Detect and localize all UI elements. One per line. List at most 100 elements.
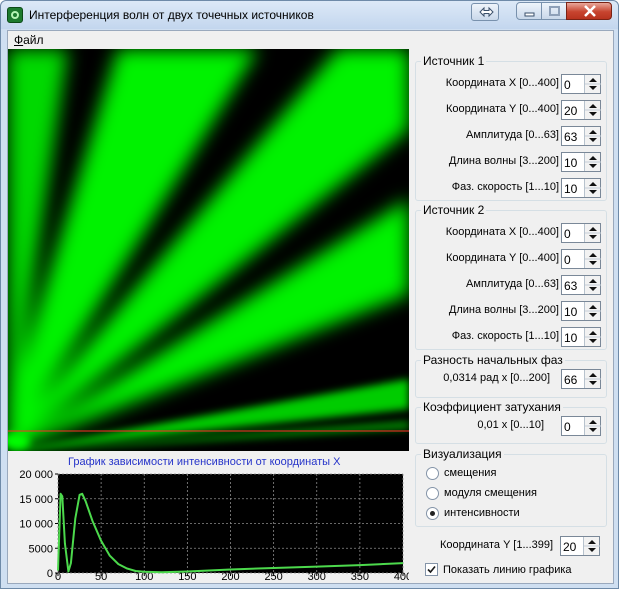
- source2-row-label: Координата Y [0...400]: [445, 252, 559, 264]
- x-tick-label: 400: [394, 571, 409, 583]
- application-window: Интерференция волн от двух точечных исто…: [0, 0, 619, 589]
- spinner-arrows-icon: [584, 540, 600, 552]
- minimize-icon: [524, 12, 535, 17]
- spinner-arrows[interactable]: [584, 75, 601, 93]
- title-bar[interactable]: Интерференция волн от двух точечных исто…: [1, 1, 618, 29]
- damping-group: Коэффициент затухания 0,01 x [0...10] 0: [415, 400, 607, 444]
- minimize-button[interactable]: [516, 2, 542, 20]
- source1-row-spinner[interactable]: 63: [561, 126, 601, 146]
- spinner-value[interactable]: 10: [564, 331, 577, 345]
- menu-file[interactable]: Файл: [14, 33, 44, 47]
- source2-title: Источник 2: [421, 203, 487, 217]
- spinner-arrows-icon: [585, 227, 601, 239]
- visualization-radio-label[interactable]: модуля смещения: [444, 487, 537, 499]
- swap-arrows-button[interactable]: [471, 3, 499, 21]
- spinner-arrows[interactable]: [584, 127, 601, 145]
- y-tick-label: 0: [47, 568, 53, 580]
- spinner-arrows-icon: [585, 78, 601, 90]
- phase-difference-group: Разность начальных фаз 0,0314 рад x [0..…: [415, 353, 607, 398]
- source1-row-spinner[interactable]: 10: [561, 178, 601, 198]
- y-tick-label: 20 000: [19, 469, 53, 481]
- y-tick-label: 15 000: [19, 494, 53, 506]
- spinner-value[interactable]: 0: [564, 253, 571, 267]
- spinner-value[interactable]: 20: [563, 540, 576, 554]
- source1-row-label: Амплитуда [0...63]: [466, 129, 559, 141]
- source2-row-spinner[interactable]: 0: [561, 223, 601, 243]
- spinner-value[interactable]: 66: [564, 373, 577, 387]
- source1-row-label: Фаз. скорость [1...10]: [451, 181, 559, 193]
- source2-row-spinner[interactable]: 10: [561, 301, 601, 321]
- spinner-value[interactable]: 0: [564, 78, 571, 92]
- close-button[interactable]: [566, 2, 612, 20]
- visualization-radio-label[interactable]: смещения: [444, 467, 496, 479]
- visualization-radio[interactable]: [426, 507, 439, 520]
- spinner-arrows[interactable]: [584, 153, 601, 171]
- visualization-radio[interactable]: [426, 487, 439, 500]
- source1-group: Источник 1 Координата X [0...400] 0 Коорди…: [415, 54, 607, 201]
- spinner-arrows-icon: [585, 130, 601, 142]
- spinner-value[interactable]: 0: [564, 227, 571, 241]
- show-line-checkbox[interactable]: [425, 563, 438, 576]
- spinner-value[interactable]: 10: [564, 305, 577, 319]
- swap-arrows-icon: [479, 6, 494, 18]
- spinner-arrows[interactable]: [584, 276, 601, 294]
- spinner-arrows[interactable]: [584, 302, 601, 320]
- spinner-arrows-icon: [585, 253, 601, 265]
- damping-label: 0,01 x [0...10]: [477, 419, 544, 431]
- menu-file-label: айл: [23, 33, 44, 47]
- coord-y-spinner[interactable]: 20: [560, 536, 600, 556]
- visualization-radio-label[interactable]: интенсивности: [444, 507, 520, 519]
- spinner-value[interactable]: 10: [564, 156, 577, 170]
- spinner-arrows[interactable]: [584, 417, 601, 435]
- source2-row-spinner[interactable]: 63: [561, 275, 601, 295]
- menu-bar: Файл: [8, 31, 613, 49]
- spinner-arrows[interactable]: [584, 370, 601, 388]
- interference-pattern: [8, 49, 409, 451]
- interference-field[interactable]: [8, 49, 409, 451]
- spinner-arrows[interactable]: [584, 101, 601, 119]
- phase-difference-spinner[interactable]: 66: [561, 369, 601, 389]
- maximize-icon: [549, 6, 560, 16]
- menu-file-accelerator: Ф: [14, 33, 24, 47]
- spinner-arrows-icon: [585, 104, 601, 116]
- spinner-value[interactable]: 63: [564, 130, 577, 144]
- source2-row-label: Амплитуда [0...63]: [466, 278, 559, 290]
- intensity-graph-panel: График зависимости интенсивности от коор…: [8, 452, 409, 583]
- spinner-arrows-icon: [585, 420, 601, 432]
- source1-row-label: Координата X [0...400]: [445, 77, 559, 89]
- visualization-radio[interactable]: [426, 467, 439, 480]
- visualization-title: Визуализация: [421, 447, 504, 461]
- spinner-value[interactable]: 20: [564, 104, 577, 118]
- source2-row-spinner[interactable]: 10: [561, 327, 601, 347]
- spinner-arrows-icon: [585, 305, 601, 317]
- spinner-value[interactable]: 0: [564, 420, 571, 434]
- app-icon[interactable]: [7, 7, 23, 23]
- spinner-arrows[interactable]: [583, 537, 600, 555]
- spinner-arrows[interactable]: [584, 179, 601, 197]
- spinner-arrows-icon: [585, 279, 601, 291]
- show-line-label[interactable]: Показать линию графика: [443, 564, 572, 576]
- source1-row-spinner[interactable]: 20: [561, 100, 601, 120]
- x-tick-label: 50: [95, 571, 107, 583]
- spinner-arrows-icon: [585, 331, 601, 343]
- spinner-arrows-icon: [585, 182, 601, 194]
- damping-title: Коэффициент затухания: [421, 400, 563, 414]
- source1-row-spinner[interactable]: 10: [561, 152, 601, 172]
- spinner-arrows[interactable]: [584, 224, 601, 242]
- visualization-group: Визуализация смещения модуля смещения инте…: [415, 447, 607, 527]
- source1-row-label: Длина волны [3...200]: [448, 155, 559, 167]
- source2-row-spinner[interactable]: 0: [561, 249, 601, 269]
- maximize-button[interactable]: [541, 2, 567, 20]
- coord-y-label: Координата Y [1...399]: [440, 539, 554, 551]
- spinner-arrows[interactable]: [584, 250, 601, 268]
- intensity-chart: 0501001502002503003504000500010 00015 00…: [19, 469, 409, 583]
- source1-row-spinner[interactable]: 0: [561, 74, 601, 94]
- spinner-value[interactable]: 63: [564, 279, 577, 293]
- close-icon: [584, 5, 596, 17]
- spinner-arrows-icon: [585, 373, 601, 385]
- spinner-arrows[interactable]: [584, 328, 601, 346]
- phase-difference-title: Разность начальных фаз: [421, 353, 565, 367]
- damping-spinner[interactable]: 0: [561, 416, 601, 436]
- y-tick-label: 10 000: [19, 519, 53, 531]
- spinner-value[interactable]: 10: [564, 182, 577, 196]
